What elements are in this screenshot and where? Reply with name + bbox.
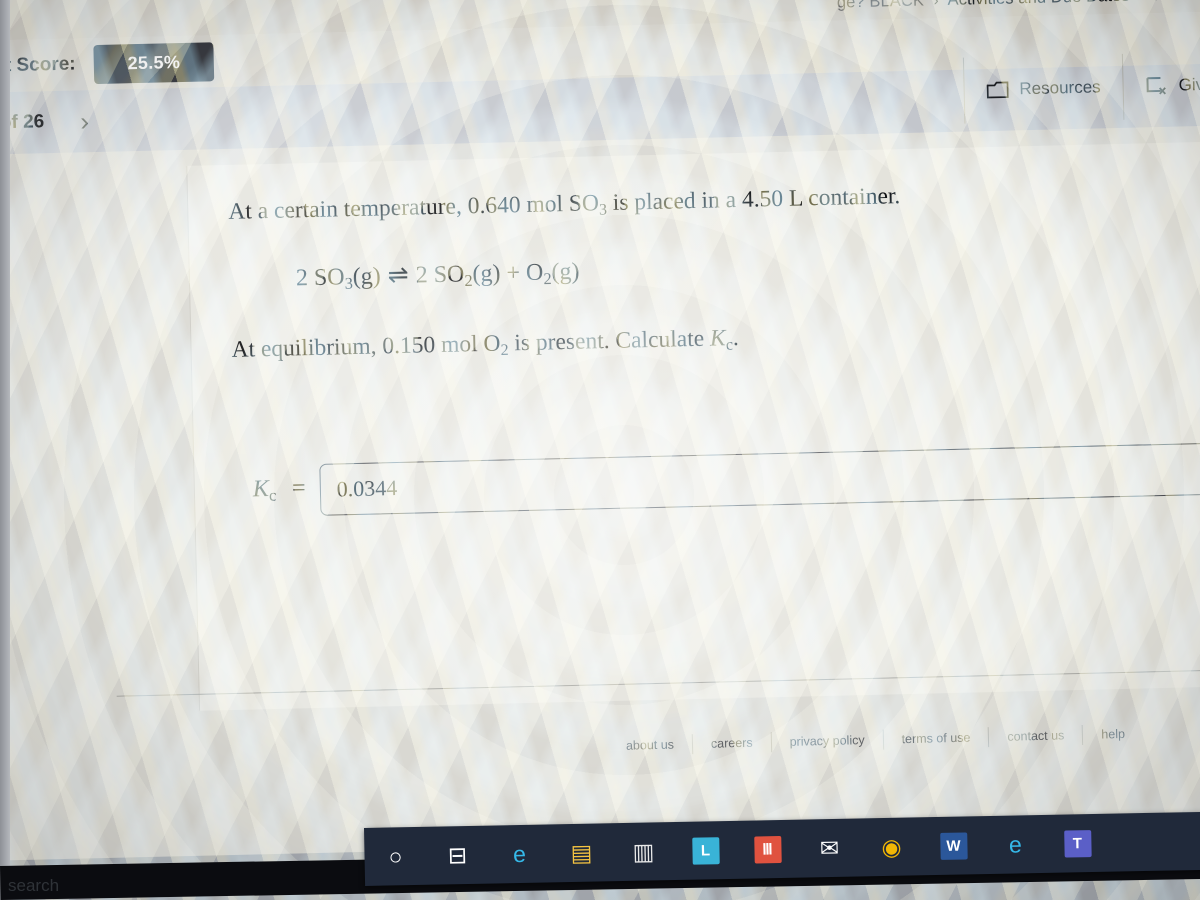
- answer-kc-symbol: K: [252, 475, 270, 503]
- teams-icon-glyph: T: [1063, 829, 1092, 858]
- give-up-label: Give U: [1178, 74, 1200, 95]
- app-red-icon[interactable]: Ⅲ: [736, 820, 799, 879]
- footer-link-help[interactable]: help: [1083, 727, 1143, 742]
- kc-symbol: K: [709, 324, 726, 352]
- chrome-browser-icon[interactable]: ◉: [860, 817, 923, 876]
- task-view-icon[interactable]: ⊟: [426, 826, 489, 885]
- answer-row: Kc =: [252, 441, 1200, 518]
- box-x-icon: [1145, 76, 1167, 97]
- microsoft-store-icon[interactable]: ▥: [612, 822, 675, 881]
- microsoft-store-icon-glyph: ▥: [632, 837, 655, 865]
- question-line2-part1: At equilibrium, 0.150 mol O: [231, 330, 501, 363]
- edge-browser-icon[interactable]: e: [488, 824, 551, 883]
- equilibrium-arrow-icon: ⇌: [387, 261, 409, 290]
- folder-icon: [986, 81, 1009, 100]
- breadcrumb: ge? BLACK › Activities and Due Dates › H…: [837, 0, 1200, 13]
- assignment-score-label: ment Score:: [0, 53, 76, 77]
- breadcrumb-separator-icon: ›: [933, 0, 939, 10]
- app-l-icon[interactable]: L: [674, 821, 737, 880]
- cortana-icon-glyph: ○: [388, 842, 403, 870]
- breadcrumb-item-activities[interactable]: Activities and Due Dates: [947, 0, 1130, 9]
- eq-plus: +: [506, 260, 521, 287]
- edge-browser-icon-glyph: e: [512, 840, 527, 867]
- footer-link-contact-us[interactable]: contact us: [989, 728, 1082, 744]
- breadcrumb-item-hw15[interactable]: HW 15: [1154, 0, 1200, 4]
- question-line2-period: .: [732, 324, 739, 351]
- question-card: At a certain temperature, 0.640 mol SO3 …: [186, 140, 1200, 711]
- answer-equals-sign: =: [291, 475, 306, 502]
- give-up-button[interactable]: Give U: [1121, 50, 1200, 120]
- chrome-browser-icon-glyph: ◉: [881, 833, 902, 860]
- app-red-icon-glyph: Ⅲ: [753, 835, 782, 864]
- question-statement-line2: At equilibrium, 0.150 mol O2 is present.…: [231, 311, 1200, 368]
- breadcrumb-item-course[interactable]: ge? BLACK: [837, 0, 925, 12]
- eq-state-2: (g): [472, 260, 501, 288]
- edge-browser-icon-2-glyph: e: [1008, 830, 1023, 858]
- eq-coeff-1: 2 SO: [295, 264, 345, 292]
- mail-icon-glyph: ✉: [819, 834, 840, 861]
- file-explorer-icon[interactable]: ▤: [550, 823, 613, 882]
- eq-state-1: (g): [352, 263, 382, 291]
- app-l-icon-glyph: L: [691, 836, 720, 865]
- photographed-screen: ge? BLACK › Activities and Due Dates › H…: [0, 0, 1200, 900]
- task-view-icon-glyph: ⊟: [447, 841, 468, 868]
- eq-state-3: (g): [551, 258, 580, 286]
- answer-label: Kc =: [253, 475, 306, 506]
- assignment-score-badge: 25.5%: [93, 41, 215, 84]
- next-question-chevron-icon[interactable]: ›: [80, 106, 89, 136]
- resources-label: Resources: [1019, 77, 1101, 99]
- footer-link-privacy-policy[interactable]: privacy policy: [771, 733, 882, 750]
- teams-icon[interactable]: T: [1046, 814, 1109, 873]
- footer-link-terms-of-use[interactable]: terms of use: [883, 730, 988, 747]
- resources-button[interactable]: Resources: [962, 53, 1124, 124]
- question-toolbar: Resources Give U: [962, 50, 1200, 124]
- kc-answer-input[interactable]: [319, 441, 1200, 516]
- eq-coeff-3: O: [525, 259, 544, 286]
- question-line1-part1: At a certain temperature, 0.640 mol SO: [228, 190, 600, 225]
- footer-link-about-us[interactable]: about us: [608, 737, 692, 753]
- taskbar-search-label[interactable]: search: [8, 876, 59, 896]
- question-statement-line1: At a certain temperature, 0.640 mol SO3 …: [228, 173, 1200, 230]
- monitor-bezel: [0, 0, 10, 900]
- question-line1-part2: is placed in a 4.50 L container.: [606, 183, 901, 217]
- eq-coeff-2: 2 SO: [415, 261, 465, 289]
- word-icon[interactable]: W: [922, 816, 985, 875]
- answer-kc-subscript: c: [268, 485, 277, 505]
- mail-icon[interactable]: ✉: [798, 818, 861, 877]
- word-icon-glyph: W: [939, 831, 968, 860]
- file-explorer-icon-glyph: ▤: [570, 839, 593, 866]
- edge-browser-icon-2[interactable]: e: [984, 815, 1047, 874]
- cortana-icon[interactable]: ○: [364, 827, 427, 886]
- chemical-equation: 2 SO3(g) ⇌ 2 SO2(g) + O2(g): [296, 240, 1200, 295]
- breadcrumb-separator-icon-2: ›: [1139, 0, 1145, 4]
- footer-link-careers[interactable]: careers: [693, 735, 771, 751]
- question-body: At a certain temperature, 0.640 mol SO3 …: [187, 140, 1200, 518]
- footer-links: about us careers privacy policy terms of…: [608, 724, 1143, 757]
- question-line2-part2: is present. Calculate: [508, 325, 711, 356]
- browser-page: ge? BLACK › Activities and Due Dates › H…: [0, 0, 1200, 862]
